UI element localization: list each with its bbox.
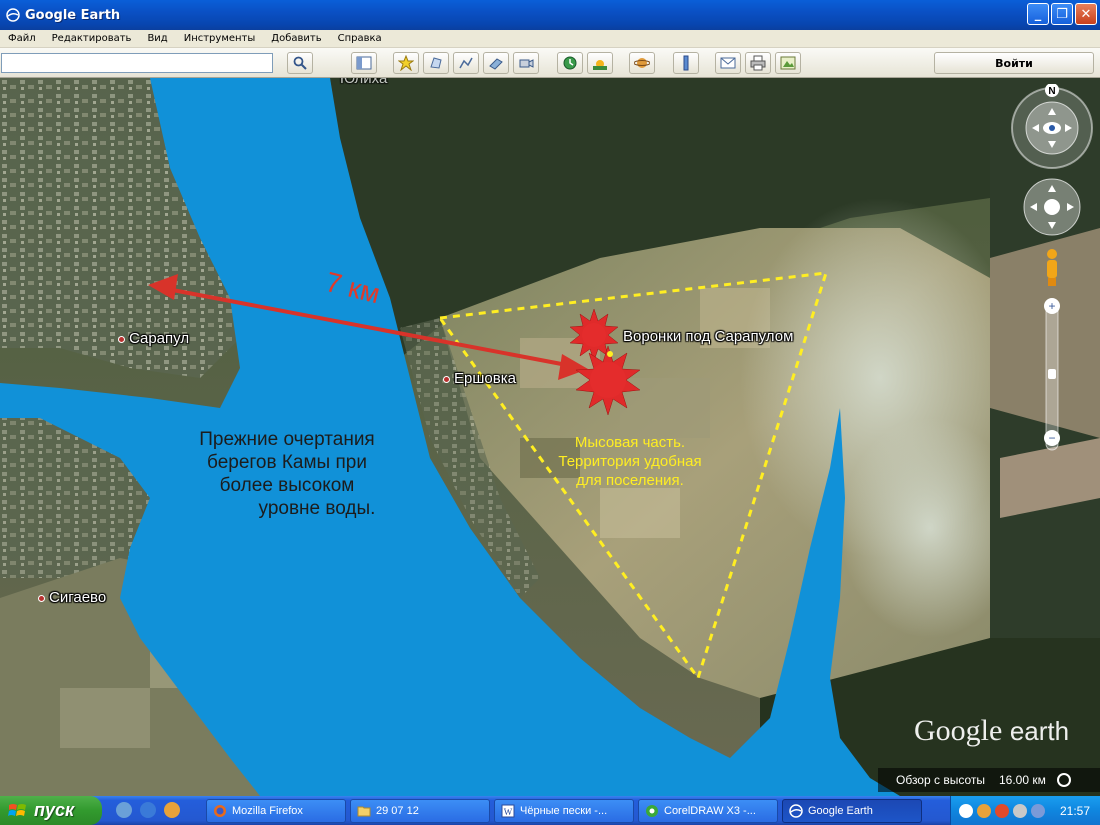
place-label-ershovka[interactable]: Ершовка xyxy=(443,370,516,387)
search-button[interactable] xyxy=(287,52,313,74)
windows-logo-icon xyxy=(8,803,26,816)
add-polygon-button[interactable] xyxy=(423,52,449,74)
placemark-craters[interactable]: Воронки под Сарапулом xyxy=(623,328,793,345)
window-title: Google Earth xyxy=(25,7,121,23)
close-button[interactable]: ✕ xyxy=(1075,3,1097,25)
coreldraw-icon xyxy=(646,805,658,817)
search-icon xyxy=(293,56,307,70)
print-button[interactable] xyxy=(745,52,771,74)
polygon-icon xyxy=(430,57,442,69)
firefox-icon xyxy=(214,805,226,817)
add-path-button[interactable] xyxy=(453,52,479,74)
place-label-partial[interactable]: Юлиха xyxy=(340,78,387,87)
svg-text:+: + xyxy=(1048,299,1055,313)
print-icon xyxy=(750,55,766,71)
add-placemark-button[interactable] xyxy=(393,52,419,74)
city-dot-icon xyxy=(443,375,450,383)
maximize-button[interactable]: ❐ xyxy=(1051,3,1073,25)
task-google-earth[interactable]: Google Earth xyxy=(782,799,922,823)
record-tour-icon xyxy=(519,59,534,68)
email-icon xyxy=(720,57,736,69)
word-document-icon: W xyxy=(501,804,515,818)
start-button[interactable]: пуск xyxy=(0,796,102,825)
map-view[interactable]: Юлиха Сарапул Ершовка Сигаево Воронки по… xyxy=(0,78,1100,796)
navigation-controls: N + − xyxy=(1011,84,1093,451)
menu-edit[interactable]: Редактировать xyxy=(44,33,140,44)
tray-arrow-icon[interactable] xyxy=(959,803,973,818)
sunlight-button[interactable] xyxy=(587,52,613,74)
tray-opera-icon[interactable] xyxy=(995,803,1009,818)
media-player-icon[interactable] xyxy=(164,802,180,818)
save-image-button[interactable] xyxy=(775,52,801,74)
tray-volume-icon[interactable] xyxy=(1031,803,1045,818)
task-folder[interactable]: 29 07 12 xyxy=(350,799,490,823)
hand-icon xyxy=(1044,199,1060,215)
google-earth-icon xyxy=(789,804,803,818)
placemark-icon xyxy=(398,55,414,71)
title-bar: Google Earth _ ❐ ✕ xyxy=(0,0,1100,30)
clock: 21:57 xyxy=(1059,803,1090,818)
minimize-button[interactable]: _ xyxy=(1027,3,1049,25)
system-tray: 21:57 xyxy=(950,796,1100,825)
add-image-overlay-button[interactable] xyxy=(483,52,509,74)
folder-icon xyxy=(357,806,371,817)
ruler-icon xyxy=(683,55,689,71)
cape-annotation: Мысовая часть. Территория удобная для по… xyxy=(558,434,702,489)
planets-button[interactable] xyxy=(629,52,655,74)
toolbar: Войти xyxy=(0,48,1100,78)
svg-text:W: W xyxy=(504,807,513,817)
planets-icon xyxy=(634,58,650,68)
altitude-label: Обзор с высоты xyxy=(896,773,985,787)
historical-imagery-button[interactable] xyxy=(557,52,583,74)
tray-network-icon[interactable] xyxy=(1013,803,1027,818)
window-controls: _ ❐ ✕ xyxy=(1027,3,1097,25)
historical-imagery-icon xyxy=(563,56,577,70)
menu-help[interactable]: Справка xyxy=(330,33,390,44)
place-label-sarapul[interactable]: Сарапул xyxy=(118,330,189,347)
internet-explorer-icon[interactable] xyxy=(140,802,156,818)
move-control[interactable] xyxy=(1023,178,1081,236)
show-desktop-icon[interactable] xyxy=(116,802,132,818)
google-earth-app-icon xyxy=(6,8,20,22)
image-overlay-icon xyxy=(489,58,503,70)
tray-app-icon[interactable] xyxy=(977,803,991,818)
place-label-sigaevo[interactable]: Сигаево xyxy=(38,589,106,606)
altitude-value: 16.00 км xyxy=(999,773,1046,787)
old-shore-annotation: Прежние очертания берегов Камы при более… xyxy=(199,429,376,519)
zoom-slider[interactable]: + − xyxy=(1044,298,1060,451)
sidebar-toggle-button[interactable] xyxy=(351,52,377,74)
north-label: N xyxy=(1048,86,1055,97)
menu-view[interactable]: Вид xyxy=(139,33,175,44)
task-firefox[interactable]: Mozilla Firefox xyxy=(206,799,346,823)
ruler-button[interactable] xyxy=(673,52,699,74)
pegman-icon[interactable] xyxy=(1047,249,1057,286)
look-control[interactable] xyxy=(1011,87,1093,169)
record-tour-button[interactable] xyxy=(513,52,539,74)
task-word[interactable]: W Чёрные пески -... xyxy=(494,799,634,823)
google-earth-logo: Google earth xyxy=(914,714,1070,747)
sun-icon xyxy=(593,60,607,70)
taskbar: пуск Mozilla Firefox 29 07 12 W Чёрные п… xyxy=(0,796,1100,825)
search-input[interactable] xyxy=(1,53,273,73)
email-button[interactable] xyxy=(715,52,741,74)
svg-text:−: − xyxy=(1048,431,1055,445)
menu-add[interactable]: Добавить xyxy=(263,33,329,44)
menu-file[interactable]: Файл xyxy=(0,33,44,44)
menu-tools[interactable]: Инструменты xyxy=(176,33,264,44)
streaming-indicator-icon xyxy=(1056,773,1071,787)
path-icon xyxy=(459,57,473,69)
sidebar-toggle-icon xyxy=(356,56,372,70)
task-coreldraw[interactable]: CorelDRAW X3 -... xyxy=(638,799,778,823)
save-image-icon xyxy=(780,56,796,70)
zoom-thumb xyxy=(1048,369,1056,379)
menu-bar: Файл Редактировать Вид Инструменты Добав… xyxy=(0,30,1100,48)
city-dot-icon xyxy=(118,335,125,343)
login-button[interactable]: Войти xyxy=(934,52,1094,74)
city-dot-icon xyxy=(38,594,45,602)
altitude-status-bar: Обзор с высоты 16.00 км xyxy=(878,768,1100,792)
